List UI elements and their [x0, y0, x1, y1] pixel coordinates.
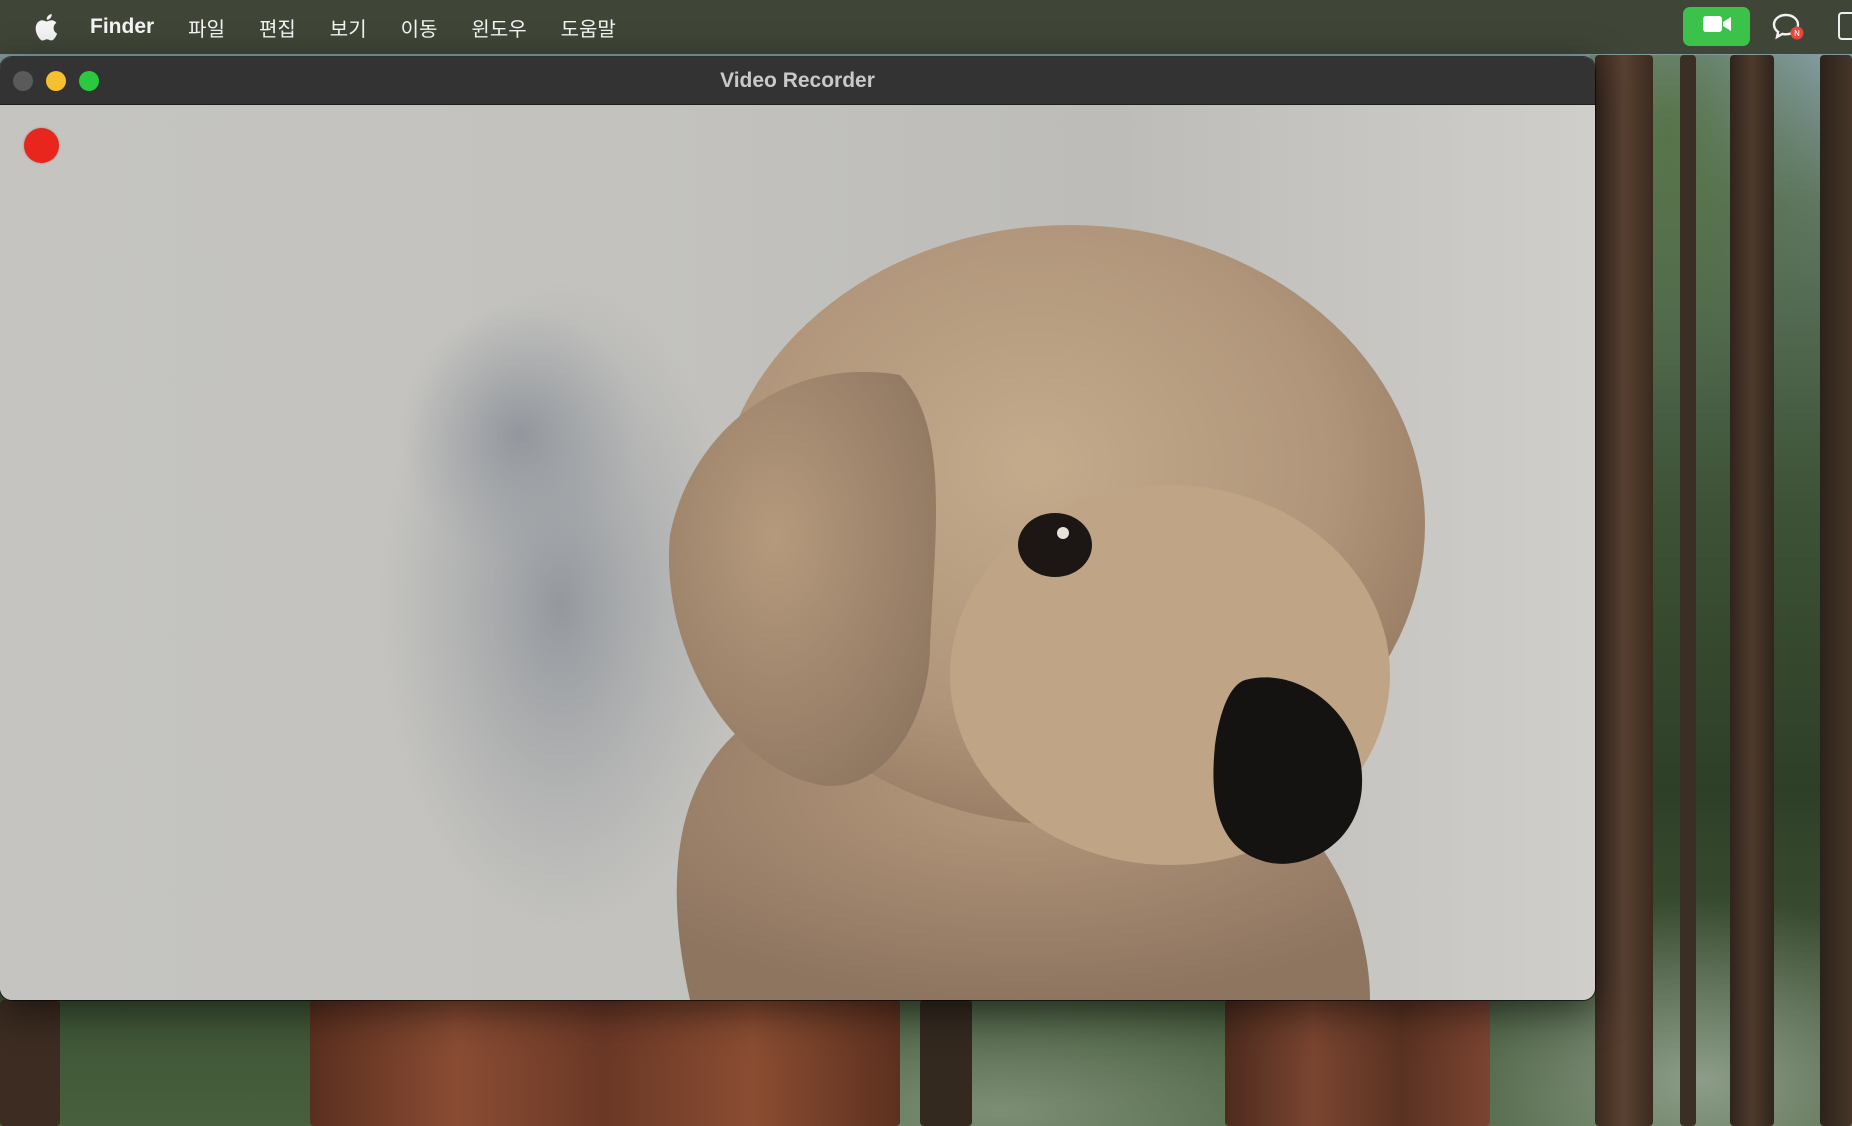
wallpaper-tree-trunk: [1820, 55, 1852, 1126]
apple-logo-icon[interactable]: [34, 12, 58, 42]
menu-edit[interactable]: 편집: [259, 13, 296, 42]
wallpaper-tree-trunk: [1730, 55, 1774, 1126]
menu-help[interactable]: 도움말: [561, 13, 616, 42]
wallpaper-tree-trunk: [1595, 55, 1653, 1126]
camera-preview: [0, 105, 1595, 1000]
svg-text:N: N: [1794, 29, 1800, 38]
wallpaper-tree-trunk: [1680, 55, 1696, 1126]
recording-indicator[interactable]: [24, 128, 59, 163]
menu-view[interactable]: 보기: [330, 13, 367, 42]
menu-app-name[interactable]: Finder: [90, 15, 154, 39]
menu-go[interactable]: 이동: [401, 13, 438, 42]
wallpaper-tree-trunk: [0, 1000, 60, 1126]
menu-window[interactable]: 윈도우: [471, 13, 526, 42]
window-icon[interactable]: [1838, 12, 1852, 40]
video-camera-icon: [1702, 14, 1732, 39]
camera-feed-image: [380, 225, 1425, 1000]
menu-items: Finder 파일 편집 보기 이동 윈도우 도움말: [90, 0, 650, 54]
menu-file[interactable]: 파일: [188, 13, 225, 42]
camera-in-use-indicator[interactable]: [1683, 7, 1750, 46]
menu-bar: Finder 파일 편집 보기 이동 윈도우 도움말 N: [0, 0, 1852, 54]
wallpaper-tree-trunk: [920, 1000, 972, 1126]
wallpaper-tree-trunk: [310, 1000, 900, 1126]
window-title: Video Recorder: [720, 69, 875, 92]
chat-bubble-icon[interactable]: N: [1772, 12, 1806, 42]
wallpaper-tree-trunk: [1225, 1000, 1490, 1126]
window-title-bar[interactable]: Video Recorder: [0, 57, 1595, 105]
video-recorder-window: Video Recorder: [0, 57, 1595, 1000]
